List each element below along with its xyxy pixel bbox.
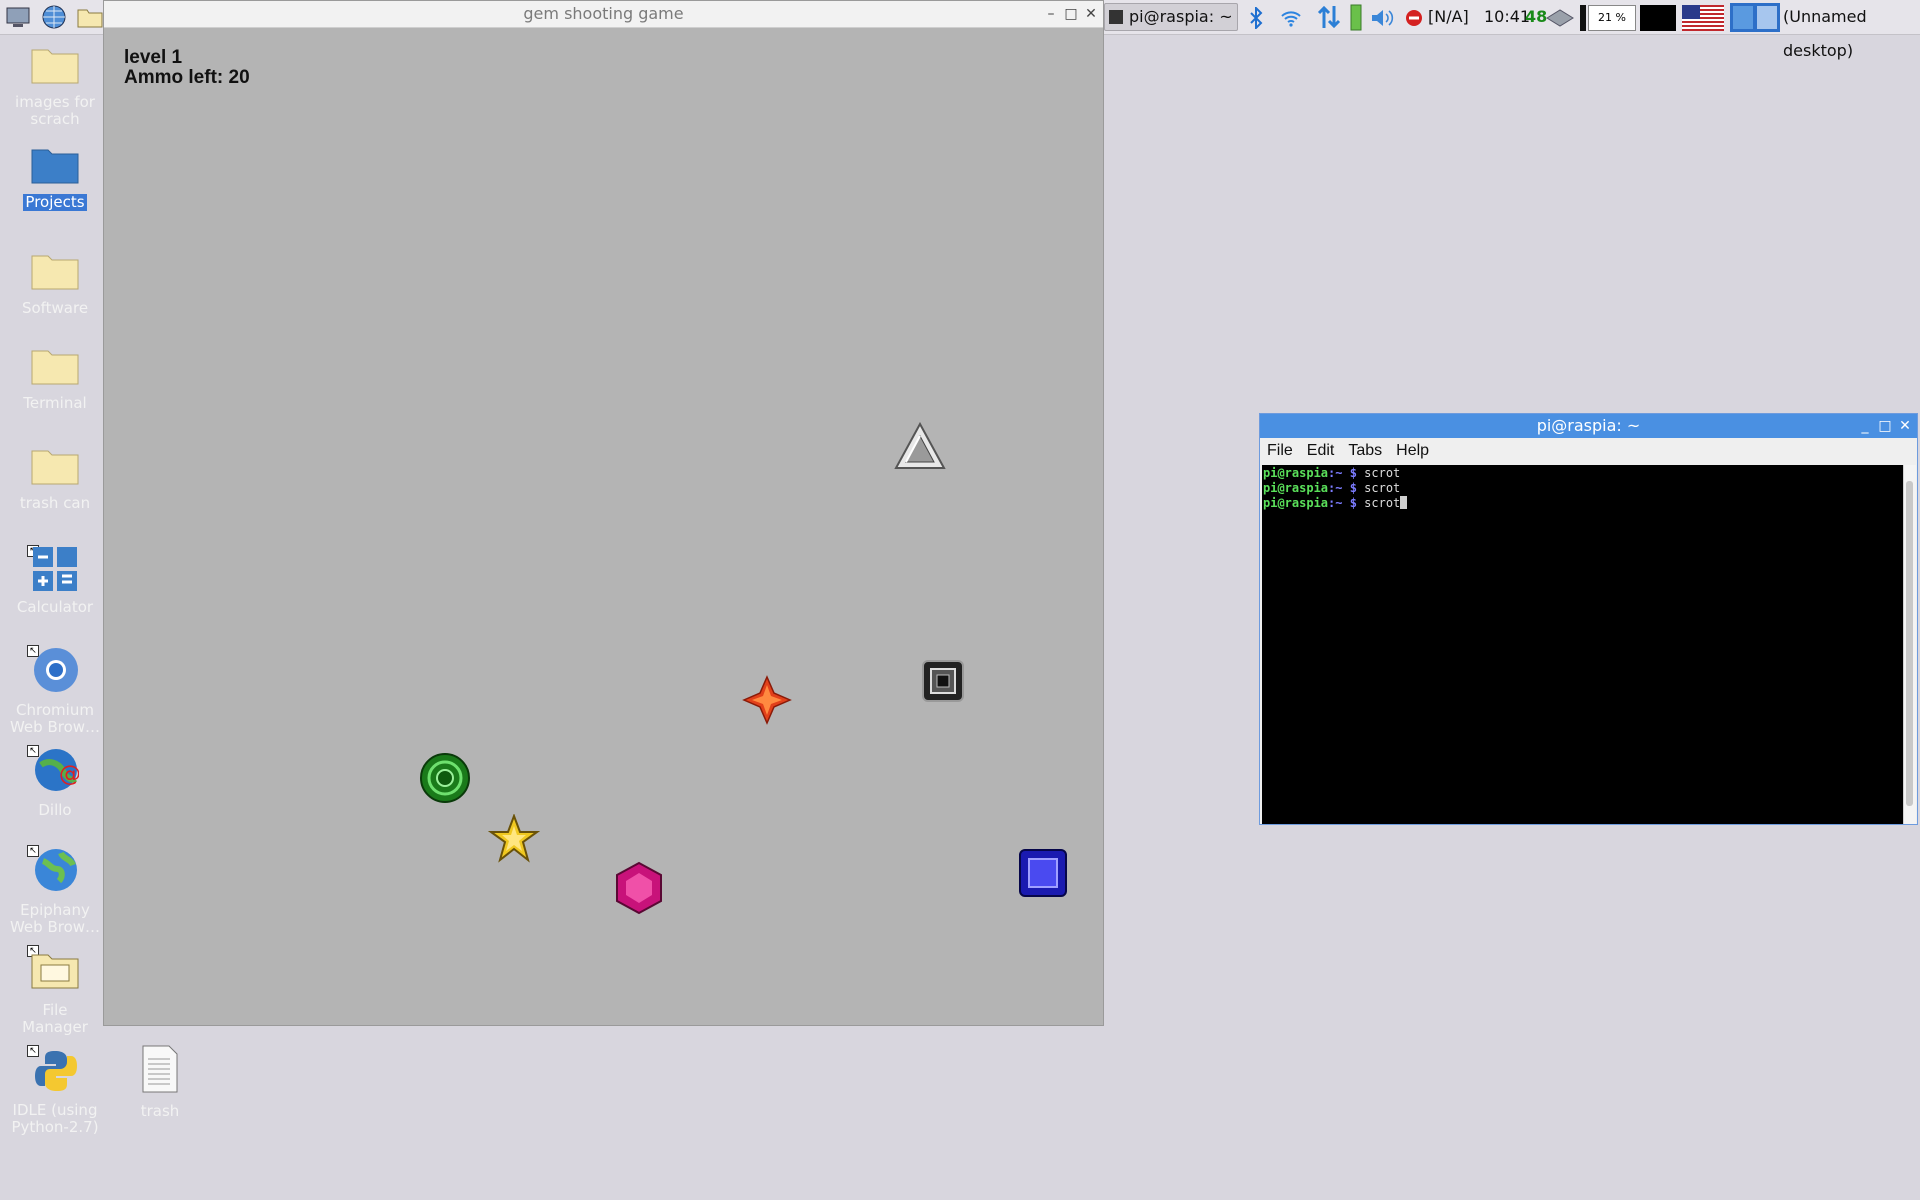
- folder-icon: [31, 149, 79, 184]
- folder-icon: [31, 350, 79, 385]
- folder-icon: [31, 49, 79, 84]
- file-manager-icon[interactable]: [76, 3, 104, 31]
- network-status: [N/A]: [1428, 7, 1469, 26]
- yellow-star-gem[interactable]: [488, 814, 540, 864]
- maximize-button[interactable]: □: [1061, 1, 1081, 27]
- desktop-icon-terminal[interactable]: Terminal: [7, 347, 103, 412]
- desktop-icon-trash-file[interactable]: trash: [112, 1045, 208, 1120]
- minimize-button[interactable]: –: [1041, 1, 1061, 27]
- level-text: level 1: [124, 47, 183, 68]
- blue-square-gem[interactable]: [1018, 848, 1068, 898]
- cpu-bar: [1580, 5, 1586, 31]
- epiphany-globe-icon: [35, 849, 77, 891]
- desktop-icon-epiphany[interactable]: ↖ Epiphany Web Brow…: [7, 845, 103, 936]
- keyboard-layout-flag-icon[interactable]: [1682, 5, 1724, 31]
- file-manager-folder-icon: [31, 954, 79, 989]
- browser-icon[interactable]: [40, 3, 68, 31]
- terminal-menu-bar: File Edit Tabs Help: [1260, 438, 1917, 464]
- calculator-icon: [33, 547, 77, 591]
- svg-text:@: @: [59, 762, 79, 787]
- terminal-close-button[interactable]: ✕: [1895, 414, 1915, 438]
- volume-icon[interactable]: [1370, 7, 1394, 29]
- desktop-icon-images-for-scrach[interactable]: images for scrach: [7, 46, 103, 128]
- terminal-window-title: pi@raspia: ~: [1536, 416, 1641, 435]
- green-orb-gem[interactable]: [419, 752, 471, 804]
- terminal-title-bar[interactable]: pi@raspia: ~ _ □ ✕: [1260, 414, 1917, 438]
- desktop-icon-projects[interactable]: Projects: [7, 146, 103, 211]
- folder-icon: [31, 450, 79, 485]
- dillo-icon: @: [35, 749, 79, 791]
- menu-icon[interactable]: [4, 3, 32, 31]
- menu-edit[interactable]: Edit: [1300, 438, 1342, 464]
- battery-icon: [1350, 4, 1362, 31]
- red-diamond-gem[interactable]: [742, 675, 792, 725]
- ammo-text: Ammo left: 20: [124, 67, 250, 88]
- desktop-pager-icon[interactable]: [1730, 3, 1780, 32]
- menu-file[interactable]: File: [1260, 438, 1300, 464]
- terminal-line: pi@raspia:~ $ scrot: [1263, 466, 1401, 480]
- python-icon: [35, 1051, 77, 1091]
- menu-tabs[interactable]: Tabs: [1341, 438, 1389, 464]
- terminal-maximize-button[interactable]: □: [1875, 414, 1895, 438]
- close-button[interactable]: ✕: [1081, 1, 1101, 27]
- desktop-icon-software[interactable]: Software: [7, 252, 103, 317]
- wifi-icon[interactable]: [1280, 8, 1302, 28]
- terminal-minimize-button[interactable]: _: [1855, 414, 1875, 438]
- drive-icon[interactable]: [1545, 8, 1575, 28]
- game-window: gem shooting game – □ ✕ level 1 Ammo lef…: [103, 0, 1104, 1026]
- game-canvas[interactable]: level 1 Ammo left: 20: [104, 28, 1103, 1025]
- bluetooth-icon[interactable]: [1246, 7, 1266, 29]
- pink-hexagon-gem[interactable]: [614, 861, 664, 915]
- cpu-monitor: 21 %: [1588, 5, 1636, 31]
- cpu-graph: [1640, 5, 1676, 31]
- folder-icon: [31, 255, 79, 290]
- menu-help[interactable]: Help: [1389, 438, 1436, 464]
- no-entry-icon: [1406, 10, 1422, 26]
- temperature: 48: [1525, 7, 1548, 26]
- black-square-gem[interactable]: [921, 659, 965, 703]
- terminal-scrollbar[interactable]: [1903, 465, 1916, 824]
- chromium-icon: [34, 648, 78, 692]
- terminal-line: pi@raspia:~ $ scrot: [1263, 481, 1401, 495]
- terminal-icon: [1109, 10, 1123, 24]
- game-title-bar[interactable]: gem shooting game – □ ✕: [104, 1, 1103, 28]
- network-arrows-icon[interactable]: [1316, 4, 1342, 30]
- terminal-window: pi@raspia: ~ _ □ ✕ File Edit Tabs Help pi@r…: [1259, 413, 1918, 825]
- desktop-icon-idle[interactable]: ↖ IDLE (using Python-2.7): [7, 1045, 103, 1136]
- terminal-line: pi@raspia:~ $ scrot: [1263, 496, 1904, 511]
- task-terminal[interactable]: pi@raspia: ~: [1104, 3, 1238, 31]
- text-file-icon: [142, 1045, 178, 1093]
- desktop-icon-trash-can[interactable]: trash can: [7, 447, 103, 512]
- terminal-output[interactable]: pi@raspia:~ $ scrot pi@raspia:~ $ scrot …: [1262, 465, 1905, 824]
- desktop-icon-chromium[interactable]: ↖ Chromium Web Brow…: [7, 645, 103, 736]
- desktop-icon-calculator[interactable]: ↖ Calculator: [7, 545, 103, 616]
- clock[interactable]: 10:41: [1484, 0, 1530, 34]
- desktop-icon-dillo[interactable]: ↖ @ Dillo: [7, 745, 103, 819]
- silver-triangle-gem[interactable]: [894, 422, 946, 470]
- desktop-name: (Unnamed desktop): [1783, 7, 1867, 60]
- game-window-title: gem shooting game: [523, 4, 684, 23]
- desktop-icon-file-manager[interactable]: ↖ File Manager: [7, 945, 103, 1036]
- scrollbar-thumb[interactable]: [1906, 481, 1913, 806]
- text-cursor: [1400, 496, 1408, 509]
